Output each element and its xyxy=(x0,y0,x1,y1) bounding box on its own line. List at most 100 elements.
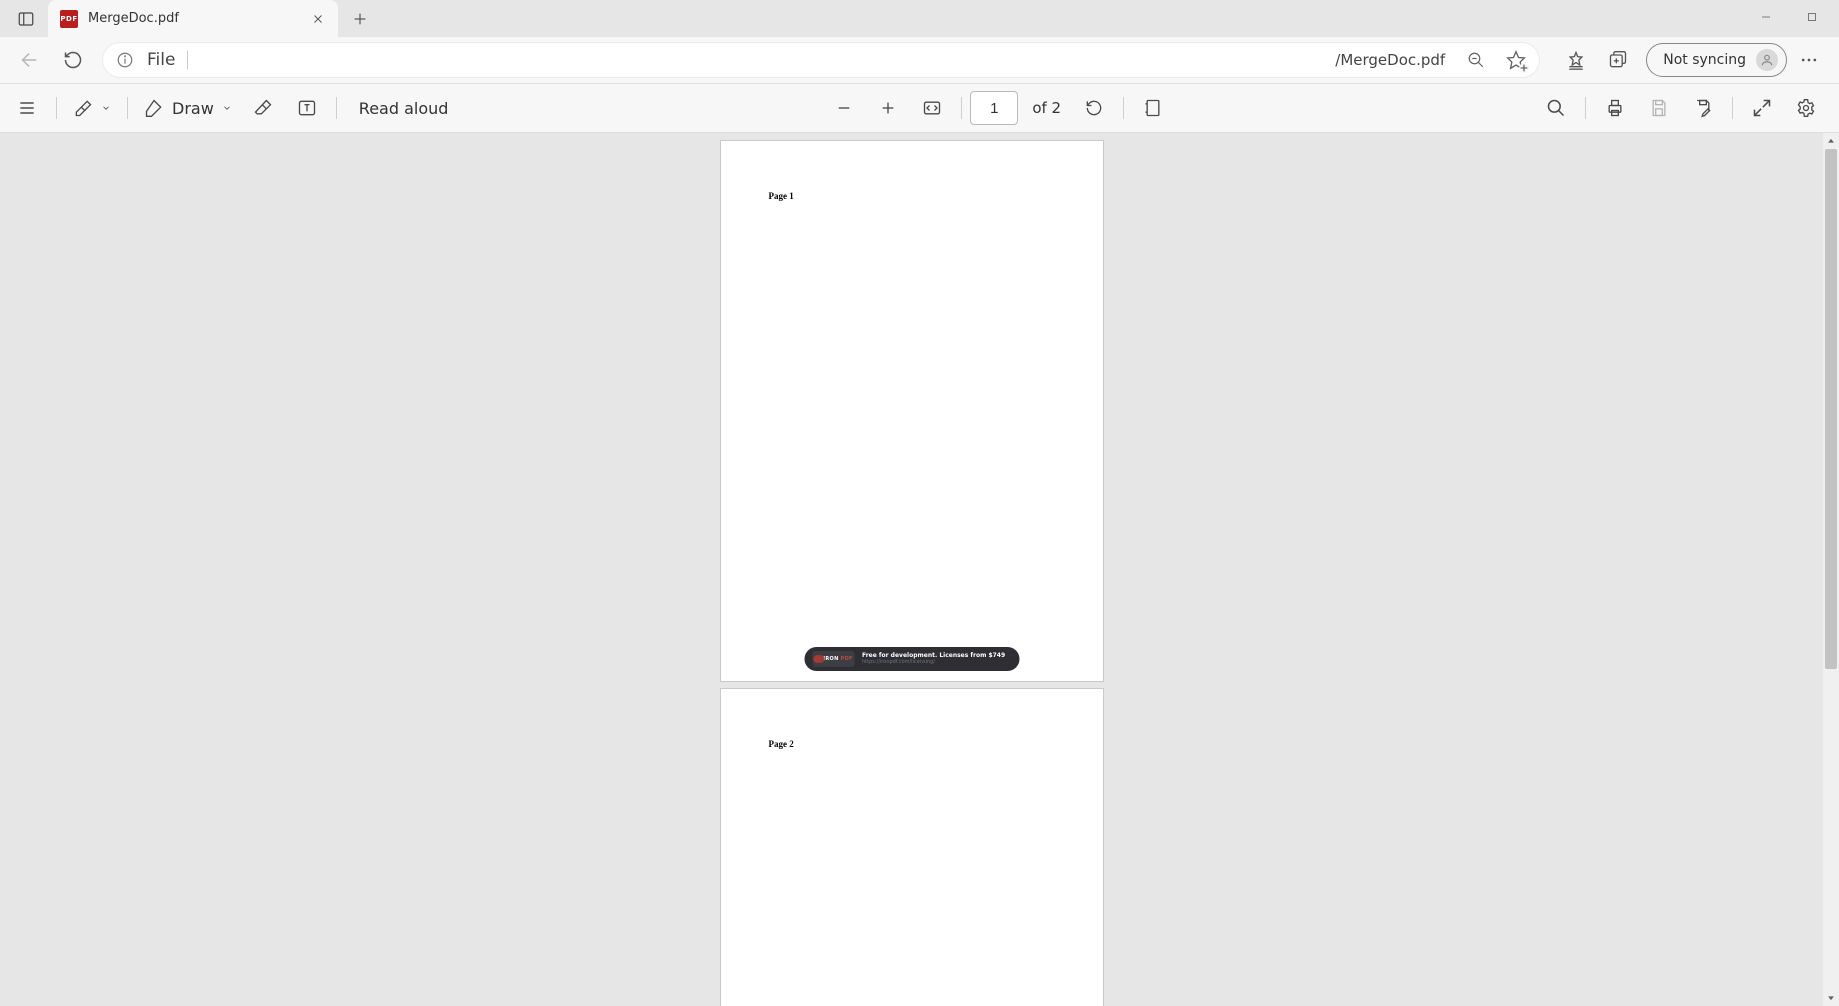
search-icon xyxy=(1546,98,1566,118)
minimize-button[interactable] xyxy=(1743,0,1789,34)
triangle-up-icon xyxy=(1826,136,1836,146)
contents-button[interactable] xyxy=(6,88,48,128)
url-scheme: File xyxy=(147,50,175,70)
plus-icon xyxy=(352,11,368,27)
fit-width-icon xyxy=(922,98,942,118)
save-as-button[interactable] xyxy=(1682,88,1724,128)
plus-badge-icon xyxy=(1519,63,1529,73)
save-icon xyxy=(1649,98,1669,118)
url-separator xyxy=(187,51,188,69)
refresh-button[interactable] xyxy=(54,41,92,79)
expand-icon xyxy=(1752,98,1772,118)
vertical-scrollbar[interactable] xyxy=(1823,133,1839,1006)
page-view-icon xyxy=(1143,98,1163,118)
tab-strip: PDF MergeDoc.pdf xyxy=(0,0,1839,37)
watermark-brand-pdf: PDF xyxy=(841,656,853,662)
favorites-button[interactable] xyxy=(1556,41,1596,79)
minus-icon xyxy=(836,100,852,116)
collections-button[interactable] xyxy=(1598,41,1638,79)
scroll-up-button[interactable] xyxy=(1823,133,1839,149)
maximize-icon xyxy=(1806,11,1818,23)
toolbar-separator xyxy=(1123,97,1124,119)
draw-button[interactable]: Draw xyxy=(136,88,240,128)
window-controls xyxy=(1743,0,1835,37)
read-aloud-label: Read aloud xyxy=(359,99,449,118)
fullscreen-button[interactable] xyxy=(1741,88,1783,128)
refresh-icon xyxy=(63,50,83,70)
magnifier-minus-icon xyxy=(1467,51,1485,69)
watermark-logo: IRON PDF xyxy=(812,651,854,667)
pdf-page: Page 1 IRON PDF Free for development. Li… xyxy=(721,141,1103,681)
toolbar-separator xyxy=(961,97,962,119)
info-icon xyxy=(116,51,134,69)
chevron-down-icon xyxy=(101,103,111,113)
scroll-thumb[interactable] xyxy=(1825,149,1837,669)
site-info-button[interactable] xyxy=(113,48,137,72)
triangle-down-icon xyxy=(1826,993,1836,1003)
save-button[interactable] xyxy=(1638,88,1680,128)
erase-button[interactable] xyxy=(242,88,284,128)
zoom-out-button[interactable] xyxy=(823,88,865,128)
save-edit-icon xyxy=(1693,98,1713,118)
rotate-button[interactable] xyxy=(1073,88,1115,128)
draw-label: Draw xyxy=(172,99,214,118)
close-icon xyxy=(312,13,324,25)
url-path: /MergeDoc.pdf xyxy=(1335,51,1445,69)
ellipsis-icon xyxy=(1799,50,1819,70)
pdf-viewport[interactable]: Page 1 IRON PDF Free for development. Li… xyxy=(0,133,1823,1006)
zoom-reset-button[interactable] xyxy=(1461,45,1491,75)
back-arrow-icon xyxy=(18,49,40,71)
minimize-icon xyxy=(1760,11,1772,23)
tab-close-button[interactable] xyxy=(306,7,330,31)
pdf-favicon: PDF xyxy=(60,10,78,28)
person-icon xyxy=(1760,53,1774,67)
print-button[interactable] xyxy=(1594,88,1636,128)
toolbar-separator xyxy=(1585,97,1586,119)
toolbar-separator xyxy=(336,97,337,119)
toolbar-separator xyxy=(1732,97,1733,119)
find-button[interactable] xyxy=(1535,88,1577,128)
back-button[interactable] xyxy=(10,41,48,79)
sync-status-label: Not syncing xyxy=(1663,52,1746,68)
watermark-text: Free for development. Licenses from $749… xyxy=(862,653,1005,665)
scroll-down-button[interactable] xyxy=(1823,990,1839,1006)
pdf-toolbar: Draw Read aloud xyxy=(0,83,1839,133)
toolbar-separator xyxy=(56,97,57,119)
avatar xyxy=(1756,49,1778,71)
page-total-label: of 2 xyxy=(1032,99,1061,117)
fit-width-button[interactable] xyxy=(911,88,953,128)
chevron-down-icon xyxy=(222,103,232,113)
tab-actions-button[interactable] xyxy=(4,0,48,37)
watermark-pill: IRON PDF Free for development. Licenses … xyxy=(804,647,1019,671)
more-menu-button[interactable] xyxy=(1789,41,1829,79)
add-text-button[interactable] xyxy=(286,88,328,128)
toolbar-right xyxy=(1535,88,1833,128)
text-box-icon xyxy=(297,98,317,118)
printer-icon xyxy=(1605,98,1625,118)
gear-icon xyxy=(1796,98,1816,118)
highlight-button[interactable] xyxy=(65,88,119,128)
zoom-in-button[interactable] xyxy=(867,88,909,128)
browser-tab[interactable]: PDF MergeDoc.pdf xyxy=(48,0,338,37)
toolbar-center: of 2 xyxy=(464,88,1533,128)
maximize-button[interactable] xyxy=(1789,0,1835,34)
watermark-line2: https://ironpdf.com/licensing/ xyxy=(862,660,1005,665)
address-bar: File /MergeDoc.pdf xyxy=(0,37,1839,83)
profile-sync-button[interactable]: Not syncing xyxy=(1646,43,1787,77)
new-tab-button[interactable] xyxy=(344,3,376,35)
settings-button[interactable] xyxy=(1785,88,1827,128)
toolbar-actions: Not syncing xyxy=(1550,41,1829,79)
url-omnibox[interactable]: File /MergeDoc.pdf xyxy=(102,42,1540,78)
page-number-input[interactable] xyxy=(970,91,1018,125)
read-aloud-button[interactable]: Read aloud xyxy=(345,88,463,128)
watermark-brand-iron: IRON xyxy=(823,656,838,662)
plus-icon xyxy=(880,100,896,116)
star-list-icon xyxy=(1566,50,1586,70)
toolbar-separator xyxy=(127,97,128,119)
page-heading: Page 2 xyxy=(769,739,1055,749)
pen-icon xyxy=(144,98,164,118)
page-view-button[interactable] xyxy=(1132,88,1174,128)
page-heading: Page 1 xyxy=(769,191,1055,201)
tab-actions-icon xyxy=(17,10,35,28)
add-favorite-button[interactable] xyxy=(1501,45,1531,75)
